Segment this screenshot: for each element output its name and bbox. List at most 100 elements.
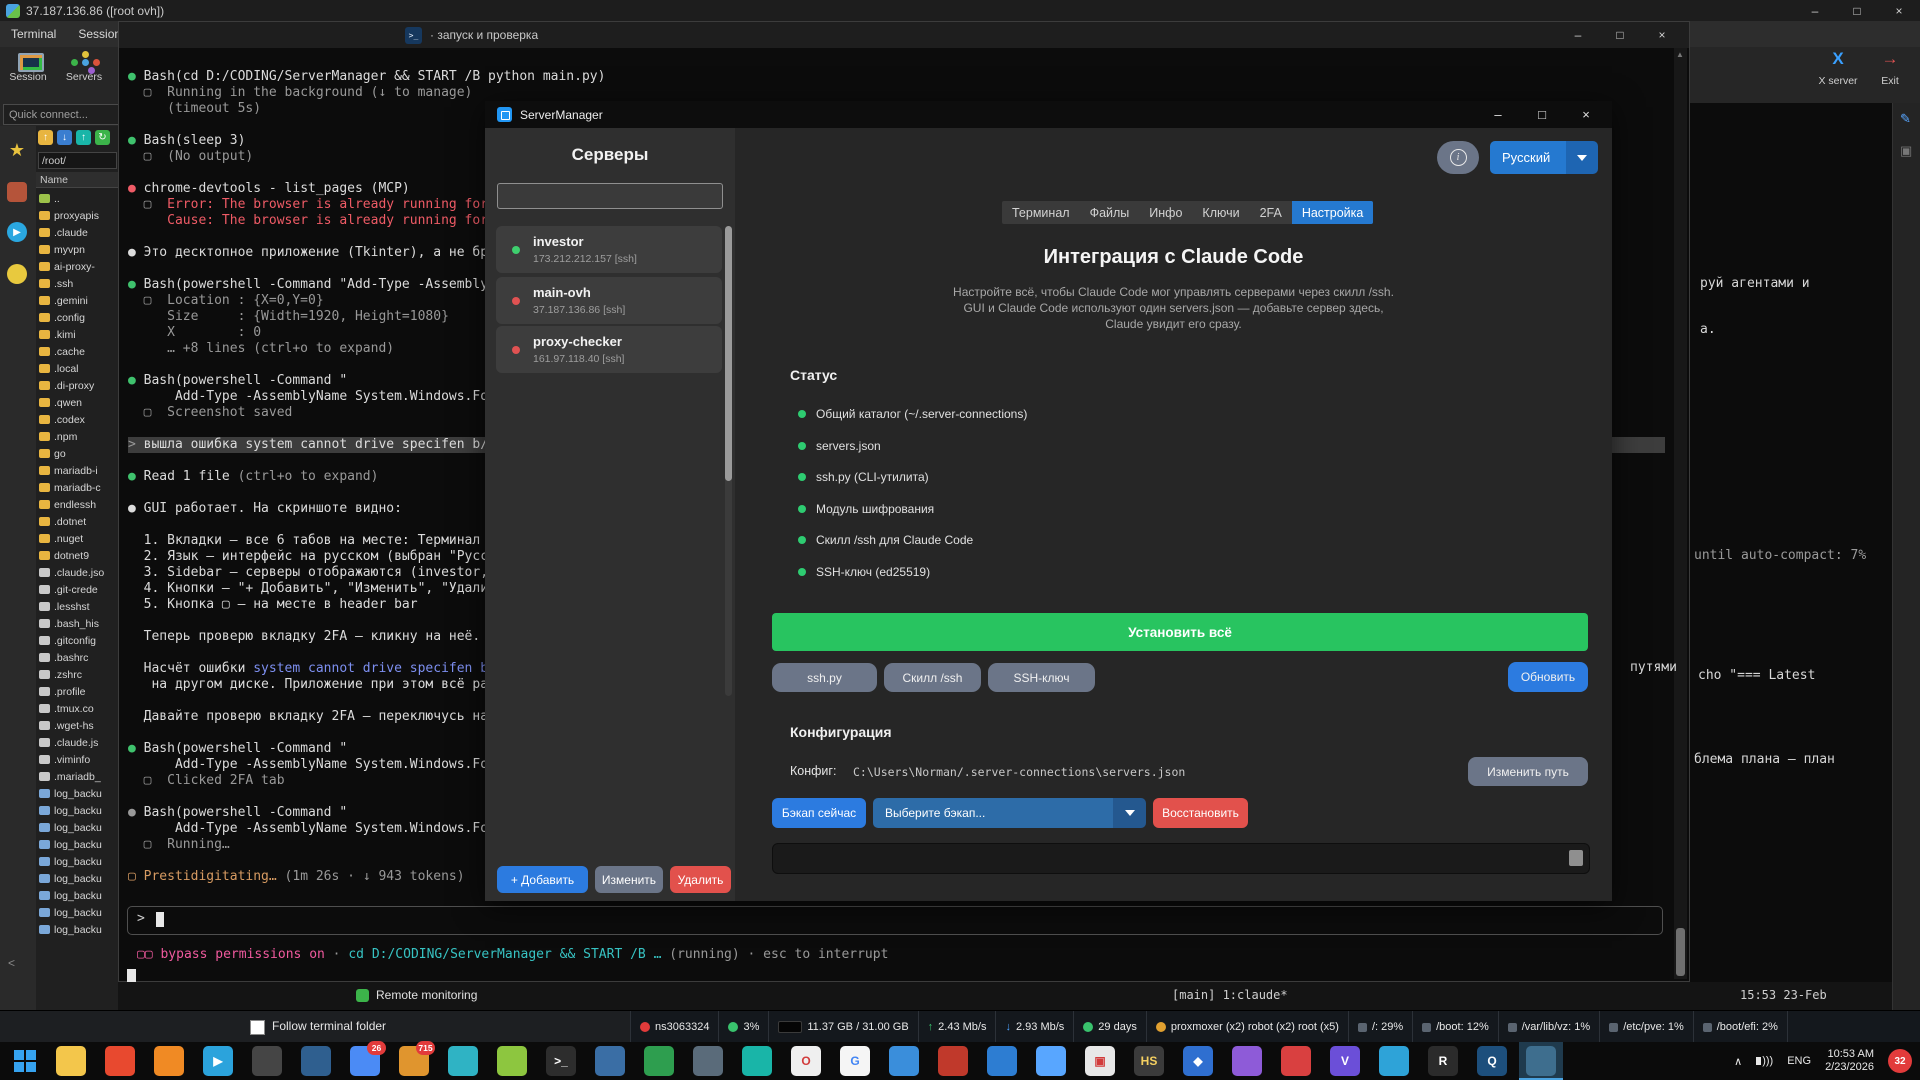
file-list-item[interactable]: .cache xyxy=(36,343,118,360)
file-list-item[interactable]: .mariadb_ xyxy=(36,768,118,785)
file-list-item[interactable]: .claude xyxy=(36,224,118,241)
menu-terminal[interactable]: Terminal xyxy=(0,27,67,41)
server-list-scrollbar[interactable] xyxy=(725,226,732,696)
tray-chevron-icon[interactable]: ∧ xyxy=(1734,1055,1742,1068)
path-input[interactable]: /root/ xyxy=(38,152,117,169)
file-list-item[interactable]: log_backu xyxy=(36,802,118,819)
file-list-item[interactable]: .tmux.co xyxy=(36,700,118,717)
terminal-titlebar[interactable]: >_ · запуск и проверка – □ × xyxy=(119,22,1689,48)
file-list-item[interactable]: log_backu xyxy=(36,870,118,887)
scroll-up-icon[interactable]: ▲ xyxy=(1676,50,1684,59)
exit-button[interactable]: → Exit xyxy=(1866,49,1914,89)
file-list-item[interactable]: .npm xyxy=(36,428,118,445)
backup-select[interactable]: Выберите бэкап... xyxy=(873,798,1146,828)
tab-2FA[interactable]: 2FA xyxy=(1250,201,1292,224)
favorites-star-icon[interactable]: ★ xyxy=(7,140,27,160)
file-list-item[interactable]: .bashrc xyxy=(36,649,118,666)
terminal-app-icon[interactable]: >_ xyxy=(546,1046,576,1076)
volume-icon[interactable]: ))) xyxy=(1756,1055,1773,1067)
file-list-item[interactable]: endlessh xyxy=(36,496,118,513)
output-bar[interactable] xyxy=(772,843,1590,874)
sm-minimize-icon[interactable]: – xyxy=(1476,101,1520,128)
tab-Настройка[interactable]: Настройка xyxy=(1291,201,1374,224)
tab-Инфо[interactable]: Инфо xyxy=(1139,201,1192,224)
sm-close-icon[interactable]: × xyxy=(1564,101,1608,128)
tab-Файлы[interactable]: Файлы xyxy=(1080,201,1140,224)
output-scrollbar-thumb[interactable] xyxy=(1569,850,1583,866)
blue-circle-app-icon[interactable] xyxy=(1036,1046,1066,1076)
language-indicator[interactable]: ENG xyxy=(1787,1055,1811,1067)
vscode-icon[interactable] xyxy=(987,1046,1017,1076)
download-icon[interactable]: ↓ xyxy=(57,130,72,145)
sm-maximize-icon[interactable]: □ xyxy=(1520,101,1564,128)
photos-app-icon[interactable] xyxy=(1379,1046,1409,1076)
teal-app-icon[interactable] xyxy=(742,1046,772,1076)
file-list-item[interactable]: mariadb-c xyxy=(36,479,118,496)
file-list-item[interactable]: log_backu xyxy=(36,785,118,802)
file-list-item[interactable]: .gemini xyxy=(36,292,118,309)
tab-Терминал[interactable]: Терминал xyxy=(1002,201,1080,224)
restore-button[interactable]: Восстановить xyxy=(1153,798,1248,828)
quick-connect-input[interactable]: Quick connect... xyxy=(3,104,122,125)
file-explorer-icon[interactable] xyxy=(56,1046,86,1076)
notification-badge[interactable]: 32 xyxy=(1888,1049,1912,1073)
green-app-icon[interactable] xyxy=(644,1046,674,1076)
terminal-maximize-icon[interactable]: □ xyxy=(1599,22,1641,48)
drive-app-icon[interactable] xyxy=(595,1046,625,1076)
refresh-button[interactable]: Обновить xyxy=(1508,662,1588,692)
file-list-item[interactable]: .lesshst xyxy=(36,598,118,615)
file-list-item[interactable]: mariadb-i xyxy=(36,462,118,479)
server-search-input[interactable] xyxy=(497,183,723,209)
quick-wtmp-icon[interactable]: Q xyxy=(1477,1046,1507,1076)
chrome-icon[interactable]: 26 xyxy=(350,1041,386,1076)
blue-diamond-app-icon[interactable]: ◆ xyxy=(1183,1046,1213,1076)
add-server-button[interactable]: + Добавить xyxy=(497,866,588,893)
delete-server-button[interactable]: Удалить xyxy=(670,866,731,893)
violet-app-icon[interactable]: V xyxy=(1330,1046,1360,1076)
file-list-item[interactable]: log_backu xyxy=(36,887,118,904)
info-button[interactable]: i xyxy=(1437,141,1479,174)
monitor-app-icon[interactable] xyxy=(301,1046,331,1076)
blue-folder-icon[interactable] xyxy=(889,1046,919,1076)
server-card-investor[interactable]: investor 173.212.212.157 [ssh] xyxy=(496,226,722,273)
google-app-icon[interactable]: G xyxy=(840,1046,870,1076)
column-header-name[interactable]: Name xyxy=(36,172,118,188)
file-list-item[interactable]: log_backu xyxy=(36,853,118,870)
file-list-item[interactable]: proxyapis xyxy=(36,207,118,224)
file-list-item[interactable]: .local xyxy=(36,360,118,377)
remote-monitoring-checkbox[interactable] xyxy=(356,989,369,1002)
firefox-icon[interactable] xyxy=(154,1046,184,1076)
tab-Ключи[interactable]: Ключи xyxy=(1192,201,1249,224)
file-list-item[interactable]: .. xyxy=(36,190,118,207)
terminal-minimize-icon[interactable]: – xyxy=(1557,22,1599,48)
change-path-button[interactable]: Изменить путь xyxy=(1468,757,1588,786)
dark-app-icon[interactable] xyxy=(252,1046,282,1076)
server-card-proxy-checker[interactable]: proxy-checker 161.97.118.40 [ssh] xyxy=(496,326,722,373)
file-list-item[interactable]: .nuget xyxy=(36,530,118,547)
sshpy-button[interactable]: ssh.py xyxy=(772,663,877,692)
file-list-item[interactable]: .wget-hs xyxy=(36,717,118,734)
slate-app-icon[interactable] xyxy=(693,1046,723,1076)
follow-terminal-folder-checkbox[interactable] xyxy=(250,1020,265,1035)
backup-now-button[interactable]: Бэкап сейчас xyxy=(772,798,866,828)
orange-app-icon[interactable]: 715 xyxy=(399,1041,435,1076)
file-list-item[interactable]: .codex xyxy=(36,411,118,428)
terminal-scrollbar[interactable]: ▲ xyxy=(1674,48,1687,979)
terminal-close-icon[interactable]: × xyxy=(1641,22,1683,48)
white-red-app-icon[interactable]: ▣ xyxy=(1085,1046,1115,1076)
close-icon[interactable]: × xyxy=(1878,0,1920,21)
file-list-item[interactable]: .di-proxy xyxy=(36,377,118,394)
clock[interactable]: 10:53 AM 2/23/2026 xyxy=(1825,1048,1874,1074)
file-list-item[interactable]: myvpn xyxy=(36,241,118,258)
x-server-button[interactable]: X X server xyxy=(1814,49,1862,89)
edit-server-button[interactable]: Изменить xyxy=(595,866,663,893)
yellow-dock-icon[interactable] xyxy=(7,264,27,284)
upload-icon[interactable]: ↑ xyxy=(76,130,91,145)
start-button[interactable] xyxy=(14,1050,36,1072)
file-list-item[interactable]: log_backu xyxy=(36,819,118,836)
language-dropdown[interactable]: Русский xyxy=(1490,141,1598,174)
install-all-button[interactable]: Установить всё xyxy=(772,613,1588,651)
terminal-prompt-box[interactable]: > xyxy=(127,906,1663,935)
minimize-icon[interactable]: – xyxy=(1794,0,1836,21)
file-list-item[interactable]: log_backu xyxy=(36,836,118,853)
